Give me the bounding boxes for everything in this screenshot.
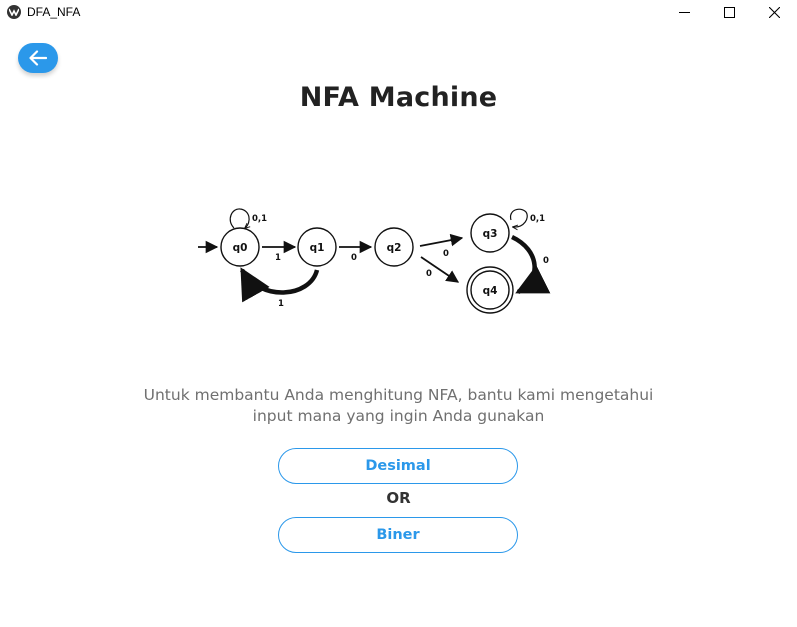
transition-label: 0 — [443, 249, 449, 259]
close-icon — [768, 7, 780, 18]
transition-q0-q0 — [229, 208, 249, 228]
state-q2: q2 — [374, 227, 414, 267]
title-bar: DFA_NFA — [0, 0, 797, 25]
instruction-line-2: input mana yang ingin Anda gunakan — [252, 407, 545, 425]
state-label: q0 — [233, 242, 248, 254]
window-title: DFA_NFA — [27, 5, 81, 19]
state-q4: q4 — [466, 266, 514, 314]
instruction-line-1: Untuk membantu Anda menghitung NFA, bant… — [143, 386, 654, 404]
transition-label: 0 — [543, 256, 549, 266]
app-icon — [7, 5, 21, 19]
maximize-icon — [723, 7, 735, 18]
minimize-icon — [678, 12, 690, 13]
state-label: q3 — [483, 228, 498, 240]
close-button[interactable] — [751, 0, 797, 25]
state-label: q2 — [387, 242, 402, 254]
state-label: q1 — [310, 242, 325, 254]
transition-label: 1 — [275, 253, 281, 263]
or-separator: OR — [386, 489, 411, 507]
state-q0: q0 — [220, 227, 260, 267]
desimal-button[interactable]: Desimal — [278, 448, 518, 484]
instruction-text: Untuk membantu Anda menghitung NFA, bant… — [100, 385, 697, 427]
state-q1: q1 — [297, 227, 337, 267]
arrow-left-icon — [29, 50, 47, 66]
page-title: NFA Machine — [299, 82, 498, 113]
state-label: q4 — [483, 285, 498, 297]
transition-q3-q4 — [510, 234, 551, 295]
back-button[interactable] — [18, 43, 58, 73]
transition-label: 0,1 — [252, 214, 267, 224]
transition-label: 0,1 — [530, 214, 545, 224]
biner-button[interactable]: Biner — [278, 517, 518, 553]
maximize-button[interactable] — [706, 0, 752, 25]
state-q3: q3 — [470, 213, 510, 253]
transition-label: 0 — [351, 253, 357, 263]
minimize-button[interactable] — [661, 0, 707, 25]
transition-q3-q3 — [509, 208, 528, 227]
transition-q1-q0 — [240, 267, 320, 303]
transition-label: 0 — [426, 269, 432, 279]
transition-label: 1 — [278, 299, 284, 309]
nfa-state-diagram: q0 q1 q2 q3 q4 0,1 1 1 0 0 0 0,1 0 — [198, 208, 551, 314]
transition-q2-q3 — [419, 233, 464, 247]
